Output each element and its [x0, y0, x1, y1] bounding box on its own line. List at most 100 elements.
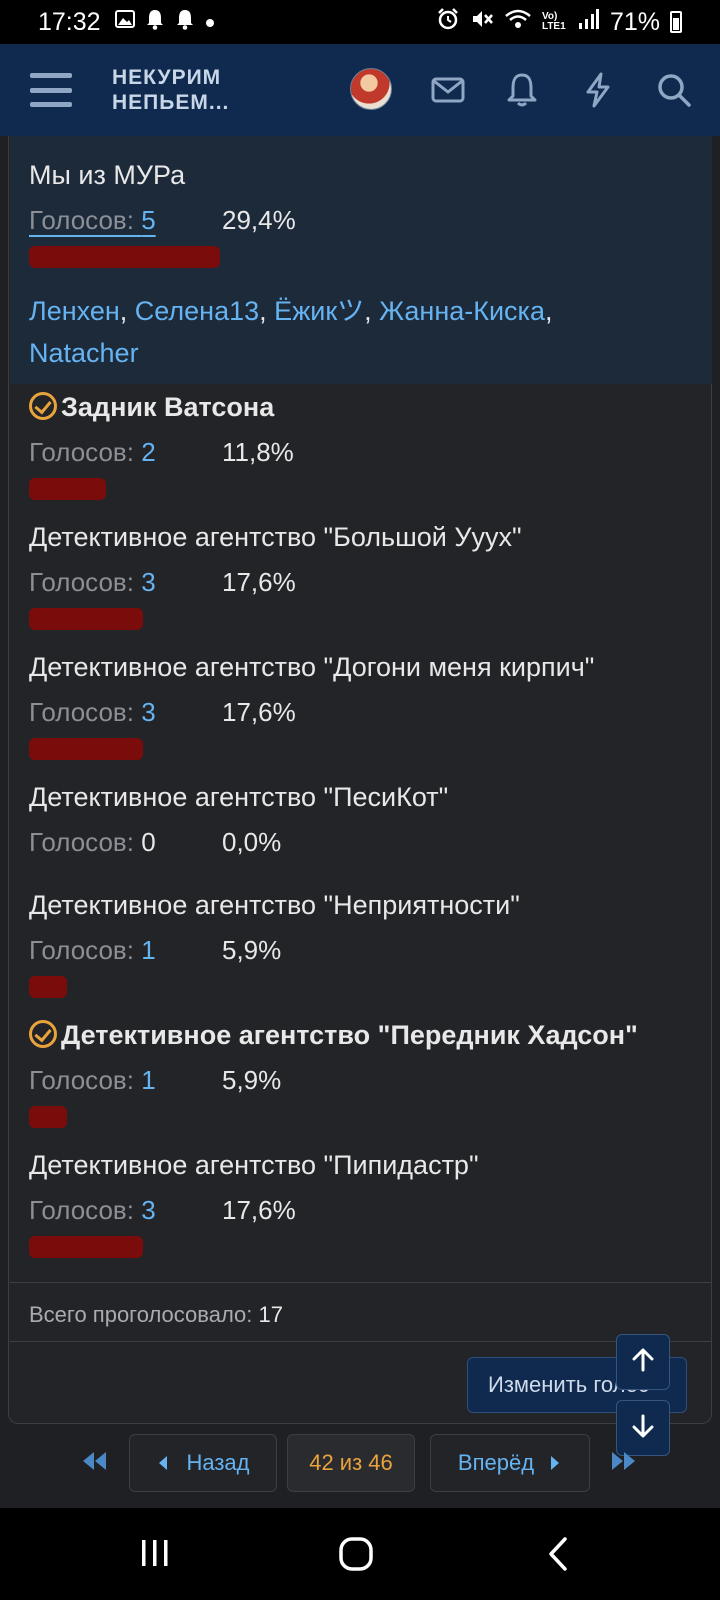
option-title: Задник Ватсона: [61, 392, 275, 422]
votes-percent: 17,6%: [222, 1195, 296, 1225]
prev-page-button[interactable]: Назад: [129, 1434, 277, 1492]
home-icon[interactable]: [338, 1536, 374, 1577]
alarm-icon: [436, 7, 460, 37]
votes-row: Голосов: 1 5,9%: [29, 1065, 709, 1096]
dot-icon: [205, 11, 215, 34]
votes-count[interactable]: 3: [141, 567, 155, 598]
bell-icon: [145, 8, 165, 36]
mute-icon: [470, 7, 494, 37]
caret-right-icon: [551, 1456, 560, 1470]
votes-count[interactable]: 3: [141, 697, 155, 728]
divider: [10, 1341, 712, 1342]
votes-row: Голосов: 2 11,8%: [29, 437, 709, 468]
next-label: Вперёд: [457, 1450, 535, 1475]
voters-list: Ленхен, Селена13, Ёжикツ, Жанна-Киска, Nat…: [29, 296, 553, 368]
option-title: Детективное агентство "Передник Хадсон": [61, 1020, 638, 1050]
signal-icon: [578, 8, 600, 36]
back-icon[interactable]: [546, 1536, 570, 1577]
poll-option: Задник Ватсона Голосов: 2 11,8%: [29, 392, 709, 500]
vote-bar: [29, 1236, 144, 1258]
vote-bar: [29, 478, 106, 500]
current-page-button[interactable]: 42 из 46: [287, 1434, 415, 1492]
voter-link[interactable]: Natacher: [29, 338, 139, 368]
votes-percent: 17,6%: [222, 697, 296, 727]
option-title: Детективное агентство "Большой Ууух": [29, 522, 522, 552]
votes-count: 5: [141, 205, 156, 235]
votes-row: Голосов: 3 17,6%: [29, 697, 709, 728]
votes-label: Голосов:: [29, 697, 134, 727]
votes-percent: 5,9%: [222, 1065, 282, 1095]
poll-option: Детективное агентство "Пипидастр" Голосо…: [29, 1150, 709, 1258]
system-nav-bar: [0, 1508, 720, 1600]
check-circle-icon: [29, 392, 57, 420]
votes-row: Голосов: 5 29,4%: [29, 205, 709, 236]
logo-line1: НЕКУРИМ: [112, 66, 222, 89]
image-icon: [114, 10, 135, 34]
votes-count[interactable]: 1: [141, 935, 155, 966]
votes-label: Голосов:: [29, 205, 134, 235]
mail-icon[interactable]: [428, 70, 468, 110]
option-title: Детективное агентство "Догони меня кирпи…: [29, 652, 595, 682]
recents-icon[interactable]: [138, 1536, 172, 1575]
votes-label: Голосов:: [29, 827, 134, 857]
vote-bar: [29, 976, 68, 998]
poll-option: Мы из МУРа Голосов: 5 29,4% Ленхен, Селе…: [29, 160, 709, 374]
check-circle-icon: [29, 1020, 57, 1048]
poll-option: Детективное агентство "Неприятности" Гол…: [29, 890, 709, 998]
logo-line2: НЕПЬЕМ...: [112, 91, 230, 114]
votes-row: Голосов: 3 17,6%: [29, 567, 709, 598]
first-page-icon[interactable]: [80, 1450, 108, 1477]
prev-label: Назад: [186, 1450, 250, 1475]
votes-link[interactable]: Голосов: 5: [29, 205, 156, 236]
votes-percent: 11,8%: [222, 437, 294, 467]
last-page-icon[interactable]: [610, 1450, 638, 1477]
divider: [10, 1282, 712, 1283]
votes-label: Голосов:: [29, 567, 134, 597]
votes-percent: 5,9%: [222, 935, 282, 965]
votes-percent: 29,4%: [222, 205, 296, 235]
site-logo[interactable]: НЕКУРИМ НЕПЬЕМ...: [112, 65, 229, 115]
bell-icon[interactable]: [502, 70, 542, 110]
vote-bar: [29, 1106, 68, 1128]
wifi-icon: [504, 8, 532, 36]
voter-link[interactable]: Ёжикツ: [274, 296, 364, 326]
votes-row: Голосов: 1 5,9%: [29, 935, 709, 966]
votes-count[interactable]: 1: [141, 1065, 155, 1096]
app-header: НЕКУРИМ НЕПЬЕМ...: [0, 44, 720, 136]
voter-link[interactable]: Жанна-Киска: [379, 296, 545, 326]
battery-percent: 71%: [609, 7, 660, 36]
total-value: 17: [258, 1302, 283, 1327]
arrow-up-icon: [630, 1347, 656, 1378]
battery-icon: [670, 11, 682, 33]
next-page-button[interactable]: Вперёд: [430, 1434, 590, 1492]
avatar[interactable]: [350, 68, 392, 110]
voter-link[interactable]: Ленхен: [29, 296, 120, 326]
votes-percent: 0,0%: [222, 827, 282, 857]
total-voters: Всего проголосовало: 17: [29, 1302, 283, 1328]
caret-left-icon: [159, 1456, 168, 1470]
votes-count[interactable]: 3: [141, 1195, 155, 1226]
vote-bar: [29, 738, 144, 760]
votes-row: Голосов: 3 17,6%: [29, 1195, 709, 1226]
pagination: Назад 42 из 46 Вперёд: [0, 1434, 720, 1492]
voter-link[interactable]: Селена13: [135, 296, 259, 326]
option-title: Детективное агентство "Неприятности": [29, 890, 520, 920]
search-icon[interactable]: [654, 70, 694, 110]
votes-count[interactable]: 2: [141, 437, 155, 468]
scroll-up-button[interactable]: [616, 1334, 670, 1390]
total-label: Всего проголосовало:: [29, 1302, 253, 1327]
votes-label: Голосов:: [29, 437, 134, 467]
poll-option: Детективное агентство "Большой Ууух" Гол…: [29, 522, 709, 630]
votes-label: Голосов:: [29, 935, 134, 965]
votes-count: 0: [141, 827, 156, 857]
bolt-icon[interactable]: [578, 70, 618, 110]
status-bar: 17:32 Vo) LTE1 71%: [0, 0, 720, 44]
option-title: Детективное агентство "ПесиКот": [29, 782, 449, 812]
poll-option: Детективное агентство "Передник Хадсон" …: [29, 1020, 709, 1128]
option-title-row: Детективное агентство "Передник Хадсон": [29, 1020, 709, 1051]
status-time: 17:32: [38, 7, 101, 36]
votes-label: Голосов:: [29, 1065, 134, 1095]
menu-icon[interactable]: [30, 73, 72, 107]
option-title-row: Задник Ватсона: [29, 392, 709, 423]
option-title: Детективное агентство "Пипидастр": [29, 1150, 479, 1180]
